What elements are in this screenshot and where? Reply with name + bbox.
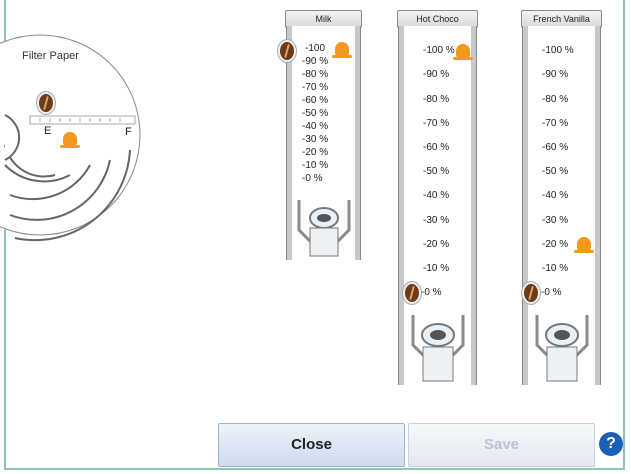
coffee-bean-icon[interactable] [522,282,540,304]
hot-choco-valve [411,315,465,382]
filter-empty-label: E [44,125,52,137]
french-vanilla-label-80: -80 % [542,94,569,105]
bell-icon[interactable] [332,42,352,58]
bell-icon[interactable] [453,44,473,60]
french-vanilla-label-90: -90 % [542,69,569,80]
tube-milk: Milk -100 -90 % -80 % -70 % -60 % -50 % … [278,10,362,260]
coffee-bean-icon[interactable] [278,40,296,62]
bell-icon[interactable] [574,237,594,253]
milk-label-40: -40 % [302,121,329,132]
close-button[interactable]: Close [218,423,405,467]
milk-label-80: -80 % [302,69,329,80]
milk-label-50: -50 % [302,108,329,119]
french-vanilla-label-20: -20 % [542,239,569,250]
hot-choco-label-10: -10 % [423,263,450,274]
hot-choco-label-60: -60 % [423,142,450,153]
milk-label-20: -20 % [302,147,329,158]
save-button[interactable]: Save [408,423,595,467]
milk-label-90: -90 % [302,56,329,67]
filter-paper-gauge: Filter Paper E F [0,0,150,260]
filter-full-label: F [125,126,132,138]
hot-choco-label-20: -20 % [423,239,450,250]
milk-label-100: -100 [305,43,326,54]
bell-icon[interactable] [60,132,80,148]
milk-valve [297,200,351,257]
filter-paper-title: Filter Paper [22,50,79,62]
french-vanilla-label-30: -30 % [542,215,569,226]
french-vanilla-label-50: -50 % [542,166,569,177]
hot-choco-label-80: -80 % [423,94,450,105]
help-icon[interactable]: ? [599,432,623,456]
tube-french-vanilla: French Vanilla -100 % -90 % -80 % -70 % … [521,10,602,385]
milk-label-30: -30 % [302,134,329,145]
hot-choco-label-40: -40 % [423,190,450,201]
hot-choco-label-30: -30 % [423,215,450,226]
hot-choco-label-100: -100 % [423,45,455,56]
french-vanilla-label-10: -10 % [542,263,569,274]
milk-label-60: -60 % [302,95,329,106]
hot-choco-label-50: -50 % [423,166,450,177]
hot-choco-label-90: -90 % [423,69,450,80]
tube-hot-choco: Hot Choco -100 % -90 % -80 % -70 % -60 %… [397,10,478,385]
milk-label-0: -0 % [302,173,323,184]
french-vanilla-label-100: -100 % [542,45,574,56]
french-vanilla-valve [535,315,589,382]
french-vanilla-label-0: -0 % [541,287,562,298]
hot-choco-label-0: -0 % [421,287,442,298]
french-vanilla-label-70: -70 % [542,118,569,129]
coffee-bean-icon[interactable] [37,92,55,114]
coffee-bean-icon[interactable] [403,282,421,304]
milk-label-70: -70 % [302,82,329,93]
milk-label-10: -10 % [302,160,329,171]
french-vanilla-label-60: -60 % [542,142,569,153]
hot-choco-label-70: -70 % [423,118,450,129]
french-vanilla-label-40: -40 % [542,190,569,201]
